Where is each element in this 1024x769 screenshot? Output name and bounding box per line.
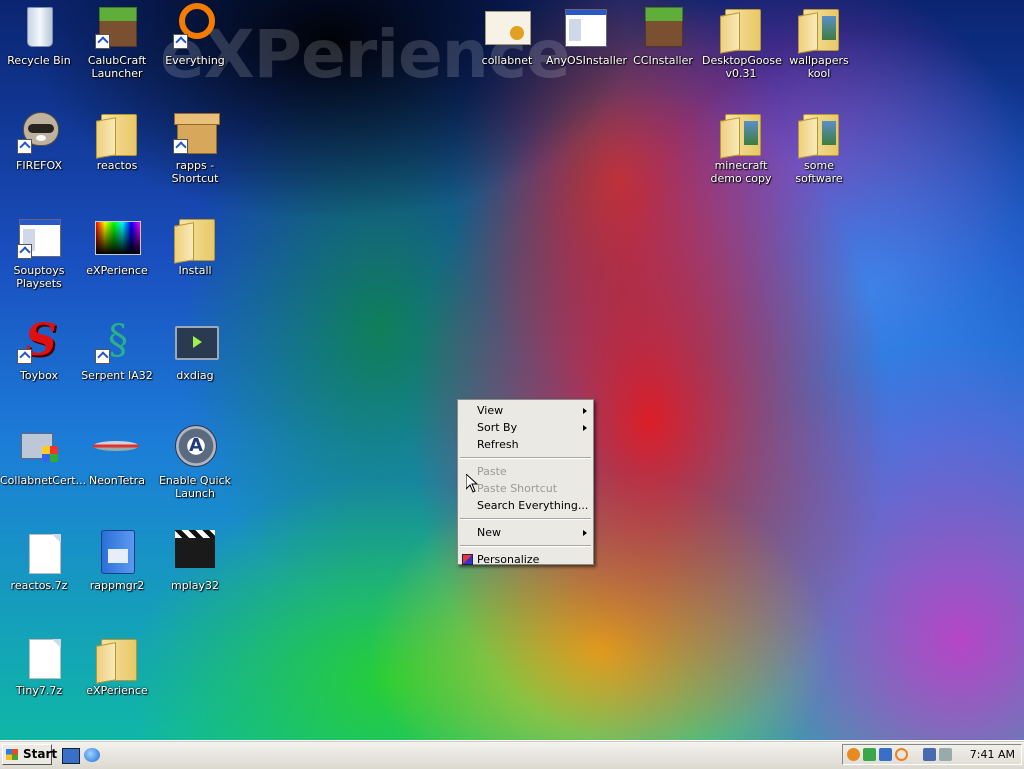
menu-item-sort-by[interactable]: Sort By — [458, 419, 593, 436]
calubcraft-launcher-shortcut-icon[interactable]: CalubCraft Launcher — [78, 3, 156, 80]
system-tray: 7:41 AM — [842, 744, 1022, 765]
windows-logo-icon — [6, 749, 18, 760]
experience-folder-icon[interactable]: eXPerience — [78, 633, 156, 697]
icon-label: rappmgr2 — [89, 579, 145, 592]
clock[interactable]: 7:41 AM — [970, 745, 1015, 764]
shortcut-arrow-icon — [173, 139, 188, 154]
menu-item-paste: Paste — [458, 463, 593, 480]
firefox-shortcut-icon[interactable]: FIREFOX — [0, 108, 78, 172]
menu-item-label: View — [477, 404, 504, 417]
shortcut-arrow-icon — [17, 139, 32, 154]
icon-label: Recycle Bin — [7, 54, 71, 67]
security-check-icon[interactable] — [863, 748, 876, 761]
menu-separator — [460, 518, 591, 520]
menu-item-view[interactable]: View — [458, 402, 593, 419]
rappmgr2-icon[interactable]: rappmgr2 — [78, 528, 156, 592]
icon-label: DesktopGoose v0.31 — [702, 54, 782, 80]
icon-label: CollabnetCert... — [0, 474, 87, 487]
enable-quick-launch-icon[interactable]: Enable Quick Launch — [156, 423, 234, 500]
icon-label: Everything — [165, 54, 225, 67]
internet-explorer-icon[interactable] — [84, 748, 100, 762]
personalize-icon — [462, 554, 473, 565]
shortcut-arrow-icon — [17, 244, 32, 259]
icon-label: collabnet — [481, 54, 533, 67]
everything-shortcut-icon[interactable]: Everything — [156, 3, 234, 67]
icon-label: mplay32 — [170, 579, 219, 592]
desktopgoose-folder-icon[interactable]: DesktopGoose v0.31 — [702, 3, 782, 80]
menu-item-label: Sort By — [477, 421, 518, 434]
shortcut-arrow-icon — [95, 349, 110, 364]
shortcut-arrow-icon — [173, 34, 188, 49]
menu-item-search-everything[interactable]: Search Everything... — [458, 497, 593, 514]
menu-separator — [460, 457, 591, 459]
shortcut-arrow-icon — [17, 349, 32, 364]
menu-separator — [460, 545, 591, 547]
neontetra-icon[interactable]: NeonTetra — [78, 423, 156, 487]
ccinstaller-icon[interactable]: CCInstaller — [624, 3, 702, 67]
icon-label: reactos.7z — [10, 579, 68, 592]
menu-item-label: Search Everything... — [477, 499, 589, 512]
toybox-shortcut-icon[interactable]: S Toybox — [0, 318, 78, 382]
icon-label: FIREFOX — [16, 159, 62, 172]
start-button[interactable]: Start — [2, 744, 57, 765]
monitor-network-icon[interactable] — [923, 748, 936, 761]
menu-item-label: Refresh — [477, 438, 519, 451]
icon-label: Toybox — [20, 369, 58, 382]
install-folder-icon[interactable]: Install — [156, 213, 234, 277]
start-button-label: Start — [23, 747, 58, 761]
icon-label: CCInstaller — [633, 54, 693, 67]
icon-label: Serpent IA32 — [81, 369, 153, 382]
icon-label: dxdiag — [176, 369, 214, 382]
icon-label: rapps - Shortcut — [171, 159, 219, 185]
tiny7-7z-file-icon[interactable]: Tiny7.7z — [0, 633, 78, 697]
menu-item-paste-shortcut: Paste Shortcut — [458, 480, 593, 497]
volume-muted-icon[interactable] — [939, 748, 952, 761]
submenu-arrow-icon — [583, 408, 587, 414]
menu-item-refresh[interactable]: Refresh — [458, 436, 593, 453]
reactos-folder-icon[interactable]: reactos — [78, 108, 156, 172]
icon-label: wallpapers kool — [789, 54, 849, 80]
network-status-icon[interactable] — [879, 748, 892, 761]
desktop[interactable]: eXPerience Recycle Bin FIREFOX Souptoys … — [0, 0, 1024, 740]
icon-label: eXPerience — [86, 684, 148, 697]
taskbar: Start 7:41 AM — [0, 740, 1024, 769]
souptoys-playsets-shortcut-icon[interactable]: Souptoys Playsets — [0, 213, 78, 290]
menu-item-label: Personalize — [477, 553, 540, 566]
icon-label: eXPerience — [86, 264, 148, 277]
icon-label: minecraft demo copy — [710, 159, 772, 185]
serpent-ia32-shortcut-icon[interactable]: § Serpent IA32 — [78, 318, 156, 382]
menu-item-label: New — [477, 526, 501, 539]
icon-label: AnyOSInstaller — [546, 54, 628, 67]
reactos-7z-file-icon[interactable]: reactos.7z — [0, 528, 78, 592]
anyosinstaller-icon[interactable]: AnyOSInstaller — [546, 3, 628, 67]
icon-label: Enable Quick Launch — [158, 474, 232, 500]
show-desktop-icon[interactable] — [62, 748, 80, 764]
everything-search-tray-icon[interactable] — [895, 748, 908, 761]
icon-label: CalubCraft Launcher — [87, 54, 147, 80]
icon-label: some software — [795, 159, 843, 185]
wallpapers-kool-folder-icon[interactable]: wallpapers kool — [780, 3, 858, 80]
collabnet-certificate-icon[interactable]: collabnet — [468, 3, 546, 67]
shortcut-arrow-icon — [95, 34, 110, 49]
submenu-arrow-icon — [583, 425, 587, 431]
dxdiag-icon[interactable]: dxdiag — [156, 318, 234, 382]
menu-item-label: Paste Shortcut — [477, 482, 558, 495]
experience-image-icon[interactable]: eXPerience — [78, 213, 156, 277]
minecraft-demo-folder-icon[interactable]: minecraft demo copy — [702, 108, 780, 185]
menu-item-new[interactable]: New — [458, 524, 593, 541]
some-software-folder-icon[interactable]: some software — [780, 108, 858, 185]
icon-label: Tiny7.7z — [15, 684, 63, 697]
mplay32-icon[interactable]: mplay32 — [156, 528, 234, 592]
collabnet-cert-icon[interactable]: CollabnetCert... — [0, 423, 87, 487]
icon-label: Souptoys Playsets — [13, 264, 65, 290]
icon-label: Install — [178, 264, 212, 277]
submenu-arrow-icon — [583, 530, 587, 536]
rapps-shortcut-icon[interactable]: rapps - Shortcut — [156, 108, 234, 185]
warning-shield-icon[interactable] — [847, 748, 860, 761]
icon-label: reactos — [96, 159, 138, 172]
icon-label: NeonTetra — [89, 474, 145, 487]
menu-item-personalize[interactable]: Personalize — [458, 551, 593, 568]
recycle-bin-icon[interactable]: Recycle Bin — [0, 3, 78, 67]
menu-item-label: Paste — [477, 465, 507, 478]
